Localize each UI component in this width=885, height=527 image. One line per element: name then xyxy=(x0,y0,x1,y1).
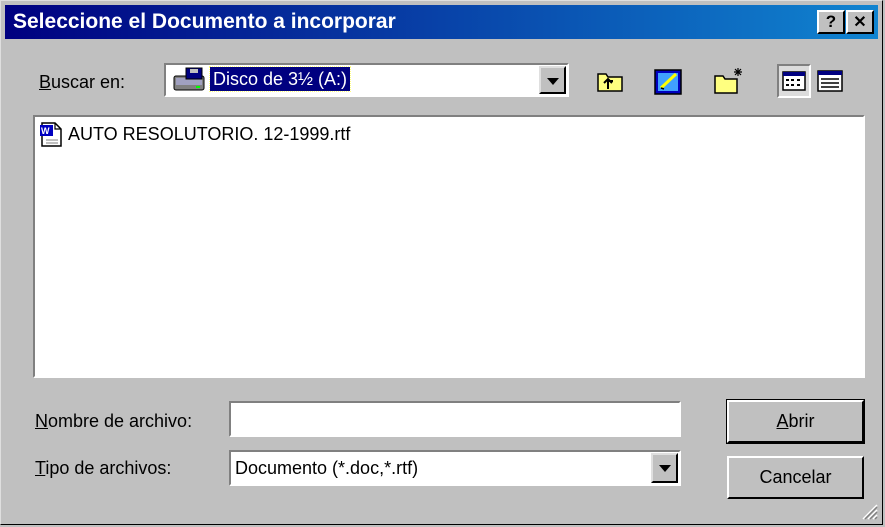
help-button[interactable]: ? xyxy=(817,10,845,34)
up-one-level-icon xyxy=(597,73,623,92)
details-view-icon xyxy=(817,70,843,92)
file-open-dialog: Seleccione el Documento a incorporar ? ✕… xyxy=(0,0,883,525)
details-view-button[interactable] xyxy=(813,64,847,98)
file-list[interactable]: W AUTO RESOLUTORIO. 12-1999.rtf xyxy=(33,115,865,378)
word-document-icon: W xyxy=(40,122,62,147)
file-name: AUTO RESOLUTORIO. 12-1999.rtf xyxy=(68,123,351,144)
look-in-dropdown-button[interactable] xyxy=(539,66,566,94)
svg-text:W: W xyxy=(41,126,50,136)
filename-label: Nombre de archivo: xyxy=(35,411,193,431)
look-in-dropdown[interactable]: Disco de 3½ (A:) xyxy=(164,63,569,97)
close-button[interactable]: ✕ xyxy=(846,10,874,34)
filetype-label: Tipo de archivos: xyxy=(35,458,172,478)
close-icon: ✕ xyxy=(853,14,867,31)
cancel-button[interactable]: Cancelar xyxy=(727,456,864,499)
desktop-button[interactable] xyxy=(651,64,685,98)
title-bar[interactable]: Seleccione el Documento a incorporar ? ✕ xyxy=(5,5,878,39)
up-one-level-button[interactable] xyxy=(593,64,627,98)
open-button[interactable]: Abrir xyxy=(726,399,865,444)
filetype-dropdown-button[interactable] xyxy=(651,453,678,483)
list-view-icon xyxy=(782,71,806,91)
look-in-value: Disco de 3½ (A:) xyxy=(208,66,352,92)
filetype-value: Documento (*.doc,*.rtf) xyxy=(235,458,419,478)
look-in-label: Buscar en: xyxy=(39,72,126,92)
list-view-button[interactable] xyxy=(777,64,811,98)
resize-grip-icon[interactable] xyxy=(860,502,878,520)
window-title: Seleccione el Documento a incorporar xyxy=(13,10,396,33)
floppy-drive-icon xyxy=(173,67,205,91)
filetype-dropdown[interactable]: Documento (*.doc,*.rtf) xyxy=(229,450,681,486)
new-folder-button[interactable] xyxy=(711,64,745,98)
desktop-icon xyxy=(654,69,682,95)
file-item[interactable]: W AUTO RESOLUTORIO. 12-1999.rtf xyxy=(38,121,350,147)
filename-input[interactable] xyxy=(229,401,681,437)
new-folder-icon xyxy=(714,68,742,94)
